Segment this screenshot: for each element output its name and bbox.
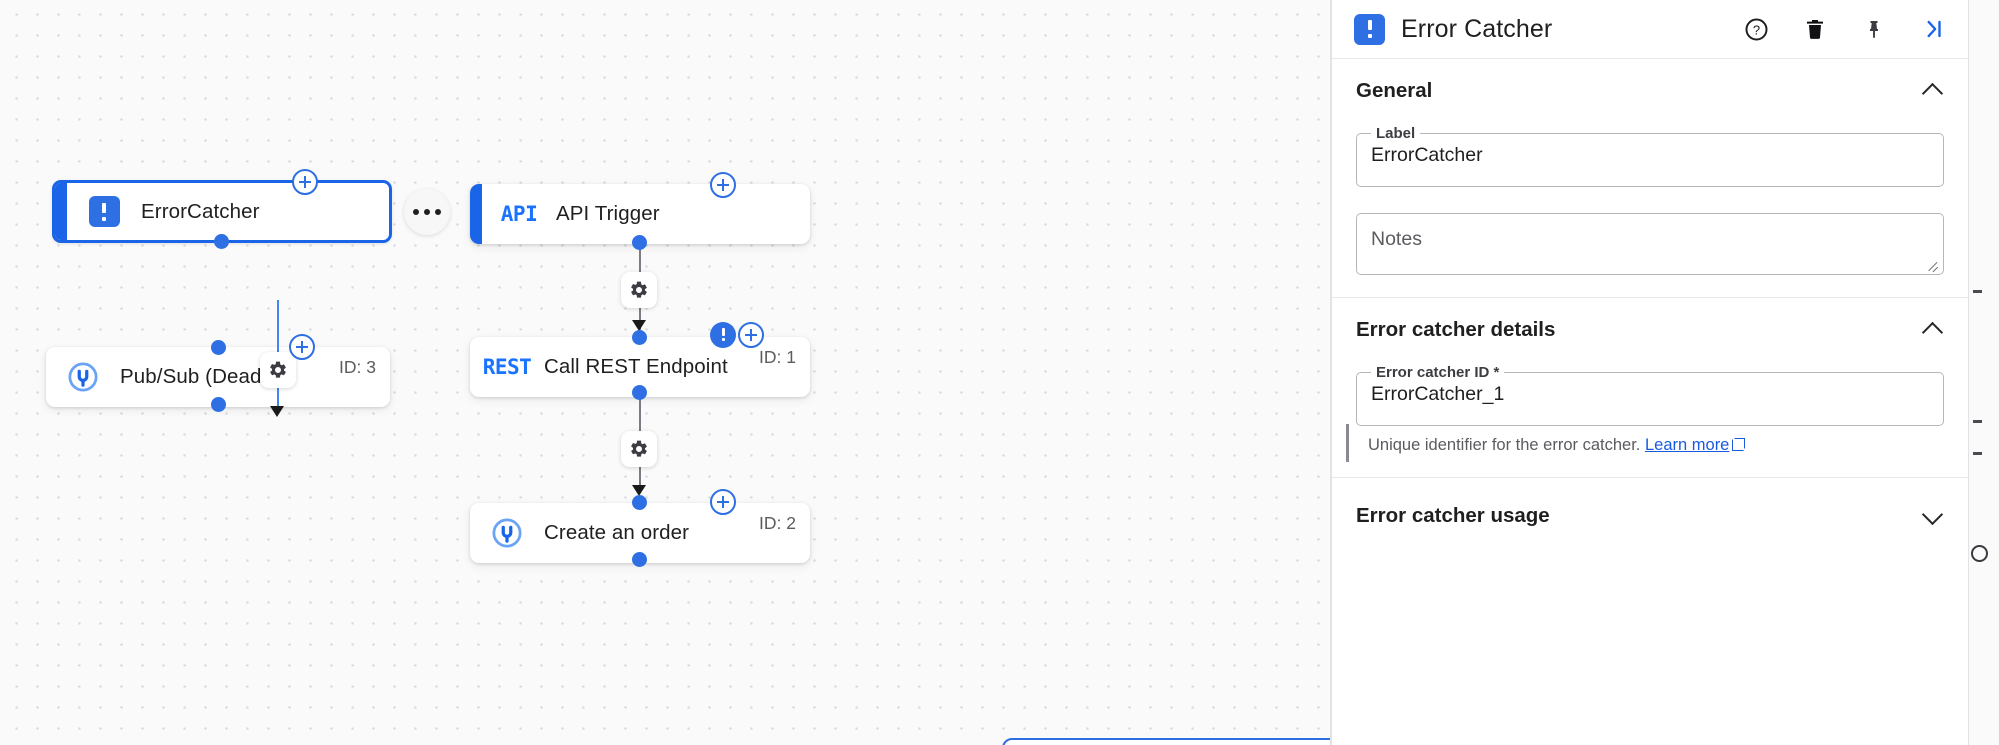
section-error-catcher-details-header[interactable]: Error catcher details bbox=[1356, 318, 1944, 342]
add-node-button-pubsub[interactable] bbox=[289, 334, 315, 360]
node-input-port[interactable] bbox=[632, 495, 647, 510]
section-title: Error catcher usage bbox=[1356, 504, 1550, 528]
node-input-port[interactable] bbox=[211, 340, 226, 355]
workflow-editor: ErrorCatcher Pub/Sub (Dead Q) ID: 3 bbox=[0, 0, 1999, 745]
node-icon bbox=[46, 362, 120, 392]
chevron-down-icon[interactable] bbox=[1922, 505, 1944, 527]
add-node-button-api-trigger[interactable] bbox=[710, 172, 736, 198]
error-catcher-id-helper-text: Unique identifier for the error catcher.… bbox=[1356, 436, 1944, 455]
strip-glyph bbox=[1971, 545, 1988, 562]
gear-icon bbox=[629, 439, 649, 459]
section-error-catcher-usage-header[interactable]: Error catcher usage bbox=[1356, 504, 1944, 528]
node-icon: API bbox=[482, 202, 556, 226]
panel-header: Error Catcher ? bbox=[1332, 0, 1968, 58]
panel-title: Error Catcher bbox=[1401, 15, 1727, 44]
node-icon bbox=[470, 518, 544, 548]
node-id-badge: ID: 3 bbox=[339, 357, 376, 378]
help-icon: ? bbox=[1744, 17, 1769, 42]
node-output-port[interactable] bbox=[211, 397, 226, 412]
section-error-catcher-usage: Error catcher usage bbox=[1332, 477, 1968, 558]
panel-body: General Label Notes Error catcher bbox=[1332, 58, 1968, 745]
add-node-button-errorcatcher[interactable] bbox=[292, 169, 318, 195]
trash-icon bbox=[1803, 17, 1827, 41]
collapse-panel-button[interactable] bbox=[1920, 16, 1946, 42]
node-label: ErrorCatcher bbox=[141, 200, 260, 224]
api-text-logo: API bbox=[501, 202, 537, 226]
helper-text: Unique identifier for the error catcher. bbox=[1368, 436, 1640, 454]
section-title: General bbox=[1356, 79, 1432, 103]
pin-button[interactable] bbox=[1861, 16, 1887, 42]
node-accent-bar bbox=[470, 184, 482, 244]
section-general-header[interactable]: General bbox=[1356, 79, 1944, 103]
section-error-catcher-details: Error catcher details Error catcher ID *… bbox=[1332, 297, 1968, 477]
edge-arrow bbox=[270, 406, 284, 417]
panel-header-actions: ? bbox=[1743, 16, 1946, 42]
label-input[interactable] bbox=[1369, 142, 1931, 183]
chevron-up-icon[interactable] bbox=[1922, 80, 1944, 102]
node-id-badge: ID: 1 bbox=[759, 347, 796, 368]
node-output-port[interactable] bbox=[632, 552, 647, 567]
help-button[interactable]: ? bbox=[1743, 16, 1769, 42]
delete-button[interactable] bbox=[1802, 16, 1828, 42]
right-edge-strip bbox=[1968, 0, 1999, 745]
collapse-right-icon bbox=[1920, 16, 1946, 42]
node-label: API Trigger bbox=[556, 202, 660, 226]
node-input-port[interactable] bbox=[632, 330, 647, 345]
error-catcher-icon bbox=[1354, 14, 1385, 45]
node-label: Create an order bbox=[544, 521, 689, 545]
node-output-port[interactable] bbox=[632, 235, 647, 250]
strip-glyph bbox=[1973, 420, 1982, 423]
section-title: Error catcher details bbox=[1356, 318, 1555, 342]
pin-icon bbox=[1862, 17, 1886, 41]
svg-text:?: ? bbox=[1752, 22, 1759, 37]
strip-glyph bbox=[1973, 452, 1982, 455]
connector-plug-icon bbox=[68, 362, 98, 392]
add-node-button-rest[interactable] bbox=[738, 322, 764, 348]
node-alert-badge[interactable] bbox=[710, 322, 736, 348]
node-icon bbox=[67, 196, 141, 227]
more-options-button[interactable] bbox=[404, 189, 450, 235]
node-output-port[interactable] bbox=[632, 385, 647, 400]
edge-settings-button[interactable] bbox=[621, 431, 657, 467]
learn-more-link[interactable]: Learn more bbox=[1645, 436, 1729, 454]
error-catcher-id-field[interactable]: Error catcher ID * bbox=[1356, 364, 1944, 426]
chevron-up-icon[interactable] bbox=[1922, 319, 1944, 341]
section-general: General Label Notes bbox=[1332, 58, 1968, 297]
notes-resize-handle[interactable] bbox=[1925, 257, 1939, 271]
rest-text-logo: REST bbox=[483, 355, 532, 379]
edge-settings-button[interactable] bbox=[621, 272, 657, 308]
node-label: Call REST Endpoint bbox=[544, 355, 728, 379]
node-id-badge: ID: 2 bbox=[759, 513, 796, 534]
workflow-canvas[interactable]: ErrorCatcher Pub/Sub (Dead Q) ID: 3 bbox=[0, 0, 1331, 745]
more-options-icon bbox=[413, 209, 419, 215]
node-partial-offscreen[interactable] bbox=[1002, 738, 1331, 745]
node-accent-bar bbox=[55, 183, 67, 240]
connector-plug-icon bbox=[492, 518, 522, 548]
error-catcher-icon bbox=[89, 196, 120, 227]
external-link-icon[interactable] bbox=[1732, 438, 1745, 451]
node-icon: REST bbox=[470, 355, 544, 379]
label-field-legend: Label bbox=[1371, 125, 1420, 142]
notes-placeholder: Notes bbox=[1371, 228, 1422, 251]
error-catcher-id-input[interactable] bbox=[1369, 381, 1931, 422]
error-catcher-id-legend: Error catcher ID * bbox=[1371, 364, 1504, 381]
gear-icon bbox=[268, 360, 288, 380]
gear-icon bbox=[629, 280, 649, 300]
node-output-port[interactable] bbox=[214, 234, 229, 249]
edge-settings-button[interactable] bbox=[260, 352, 296, 388]
properties-panel: Error Catcher ? bbox=[1331, 0, 1968, 745]
add-node-button-create-order[interactable] bbox=[710, 489, 736, 515]
strip-glyph bbox=[1973, 290, 1982, 293]
helper-accent-bar bbox=[1346, 424, 1349, 462]
notes-field[interactable]: Notes bbox=[1356, 213, 1944, 275]
label-field[interactable]: Label bbox=[1356, 125, 1944, 187]
